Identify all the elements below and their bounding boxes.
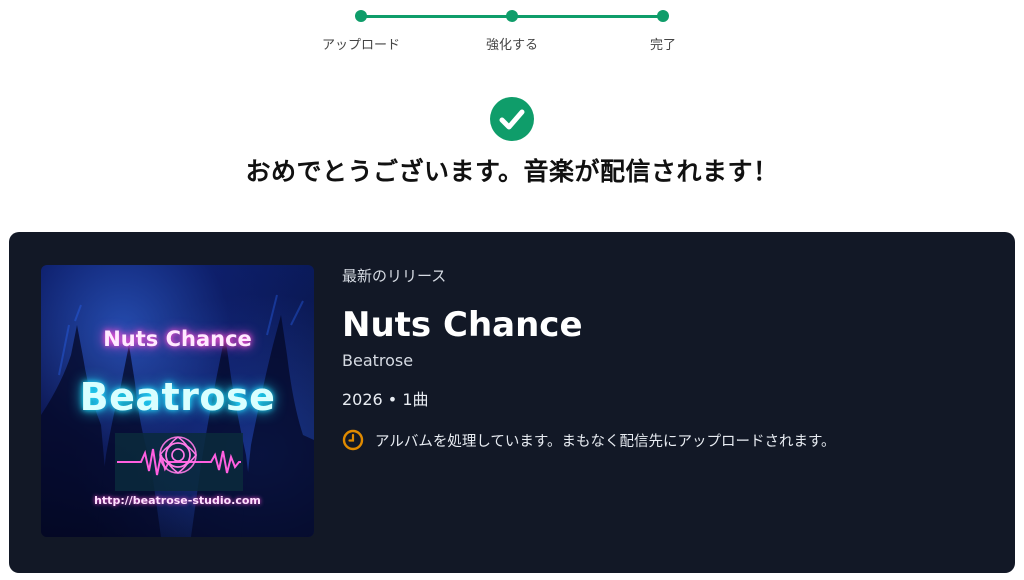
step-label-enhance: 強化する (485, 38, 538, 53)
step-dot-complete (657, 10, 669, 22)
progress-stepper: アップロード 強化する 完了 (0, 0, 1024, 60)
check-circle-icon (490, 97, 534, 141)
album-title: Nuts Chance (342, 305, 583, 345)
step-label-upload: アップロード (321, 38, 400, 53)
cover-title-text: Nuts Chance (103, 327, 252, 351)
cover-url-text: http://beatrose-studio.com (94, 494, 261, 507)
status-text: アルバムを処理しています。まもなく配信先にアップロードされます。 (375, 434, 836, 450)
release-card: Nuts Chance Beatrose http://beatrose-stu… (9, 232, 1015, 573)
step-dot-enhance (506, 10, 518, 22)
step-label-complete: 完了 (649, 38, 676, 53)
album-cover[interactable]: Nuts Chance Beatrose http://beatrose-stu… (41, 265, 314, 537)
cover-artist-text: Beatrose (79, 375, 276, 419)
clock-icon (342, 429, 364, 451)
success-headline: おめでとうございます。音楽が配信されます！ (245, 157, 779, 186)
release-eyebrow: 最新のリリース (342, 267, 447, 285)
step-dot-upload (355, 10, 367, 22)
artist-name[interactable]: Beatrose (342, 351, 413, 370)
release-meta: 2026 • 1曲 (342, 390, 429, 409)
